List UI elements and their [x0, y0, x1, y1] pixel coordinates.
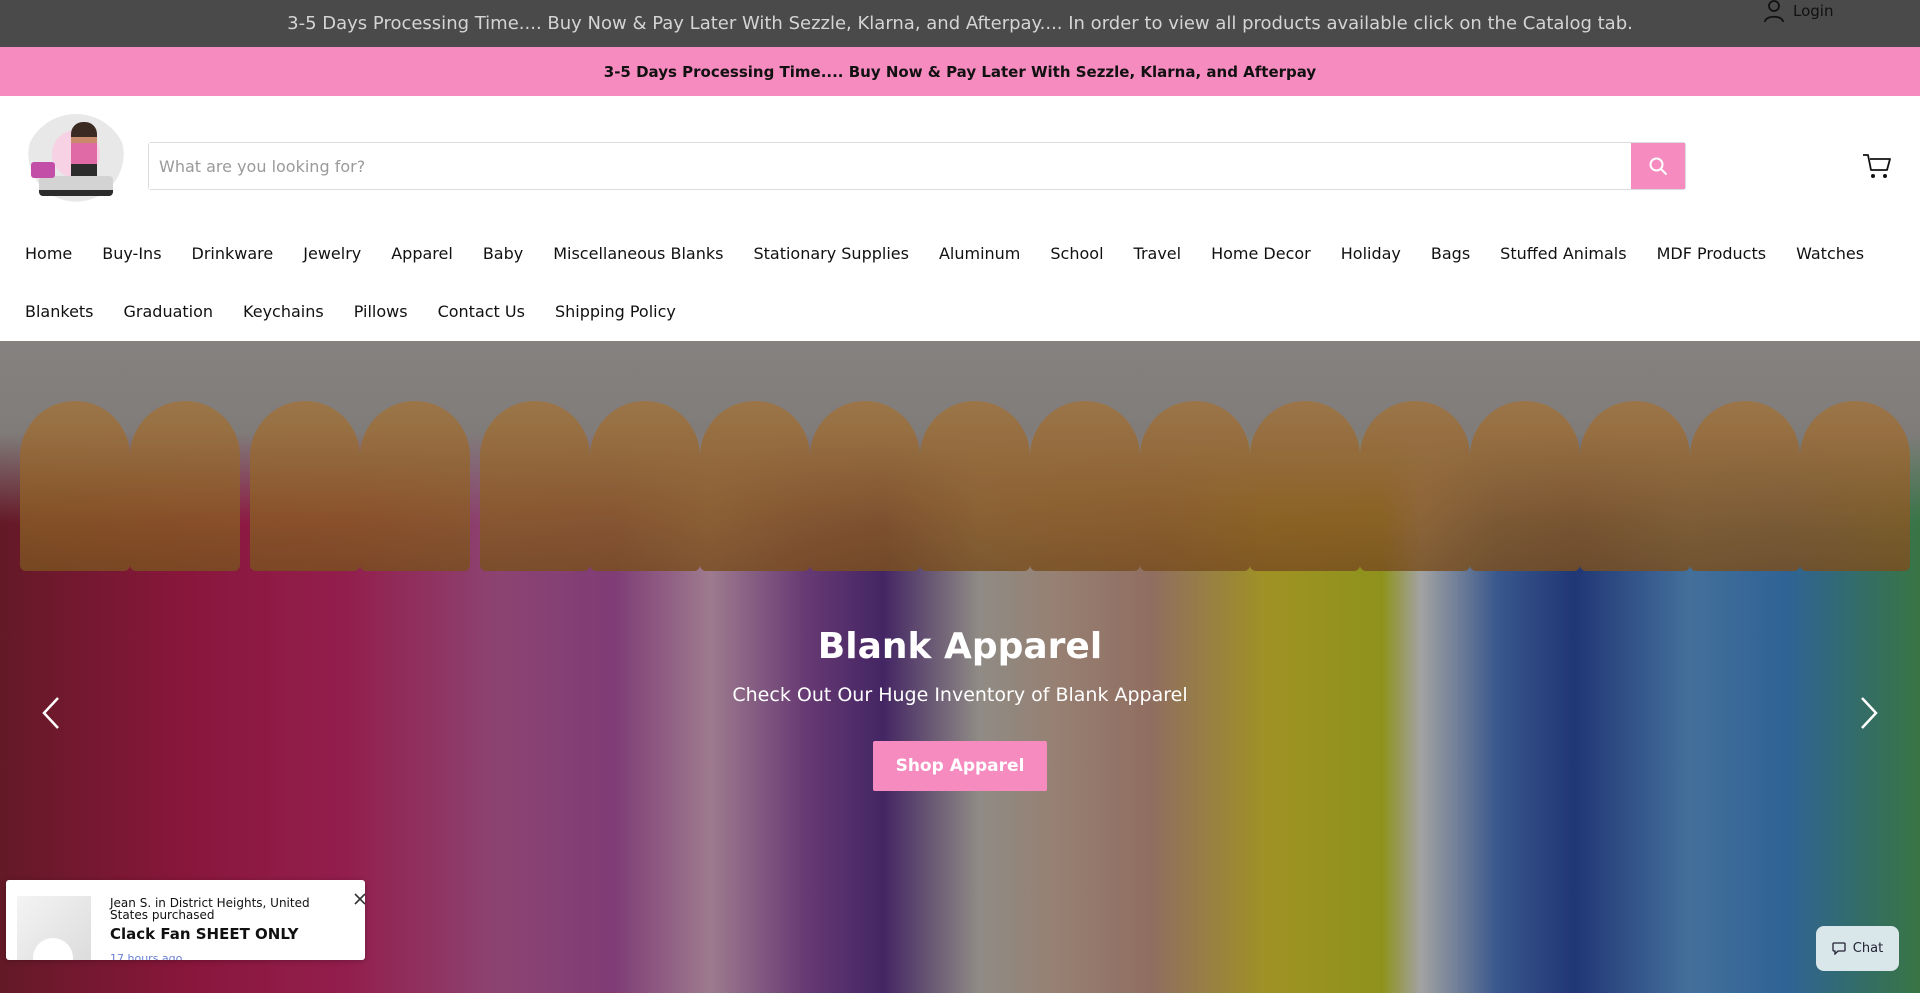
nav-item-keychains[interactable]: Keychains	[243, 302, 324, 321]
product-thumbnail	[17, 896, 91, 960]
search-bar	[148, 142, 1686, 190]
nav-item-mdf-products[interactable]: MDF Products	[1657, 244, 1767, 263]
nav-item-travel[interactable]: Travel	[1134, 244, 1182, 263]
logo-figure-art	[71, 122, 97, 182]
login-link[interactable]: Login	[1763, 0, 1833, 23]
hero-subtitle: Check Out Our Huge Inventory of Blank Ap…	[732, 684, 1188, 706]
site-header	[0, 96, 1920, 235]
nav-item-aluminum[interactable]: Aluminum	[939, 244, 1020, 263]
nav-row-2: Blankets Graduation Keychains Pillows Co…	[25, 302, 676, 321]
nav-item-buy-ins[interactable]: Buy-Ins	[102, 244, 161, 263]
nav-row-1: Home Buy-Ins Drinkware Jewelry Apparel B…	[25, 244, 1864, 263]
cart-icon	[1863, 154, 1891, 178]
store-logo[interactable]	[25, 114, 127, 214]
cart-button[interactable]	[1862, 152, 1892, 180]
recent-purchase-popup[interactable]: Jean S. in District Heights, United Stat…	[6, 880, 365, 960]
chat-bubble-icon	[1832, 942, 1846, 955]
user-icon	[1764, 0, 1784, 23]
nav-item-watches[interactable]: Watches	[1796, 244, 1864, 263]
logo-machine-art	[39, 176, 113, 196]
nav-item-bags[interactable]: Bags	[1431, 244, 1470, 263]
nav-item-baby[interactable]: Baby	[483, 244, 523, 263]
nav-item-miscellaneous-blanks[interactable]: Miscellaneous Blanks	[553, 244, 723, 263]
close-icon[interactable]	[353, 892, 365, 906]
nav-item-stationary-supplies[interactable]: Stationary Supplies	[753, 244, 909, 263]
purchase-who-text: Jean S. in District Heights, United Stat…	[110, 896, 310, 922]
nav-item-graduation[interactable]: Graduation	[124, 302, 214, 321]
search-input[interactable]	[149, 143, 1631, 189]
promo-text: 3-5 Days Processing Time.... Buy Now & P…	[603, 62, 1317, 81]
nav-item-school[interactable]: School	[1050, 244, 1103, 263]
search-icon	[1649, 157, 1667, 175]
search-button[interactable]	[1631, 143, 1685, 189]
purchase-product-name: Clack Fan SHEET ONLY	[110, 925, 299, 943]
chat-button[interactable]: Chat	[1816, 926, 1899, 971]
nav-item-jewelry[interactable]: Jewelry	[303, 244, 361, 263]
nav-item-home[interactable]: Home	[25, 244, 72, 263]
nav-item-holiday[interactable]: Holiday	[1341, 244, 1401, 263]
announcement-text: 3-5 Days Processing Time.... Buy Now & P…	[287, 13, 1633, 34]
nav-item-pillows[interactable]: Pillows	[354, 302, 408, 321]
nav-item-contact-us[interactable]: Contact Us	[438, 302, 525, 321]
nav-item-drinkware[interactable]: Drinkware	[192, 244, 274, 263]
main-navigation: Home Buy-Ins Drinkware Jewelry Apparel B…	[0, 235, 1920, 341]
hero-title: Blank Apparel	[817, 626, 1103, 667]
shop-apparel-button[interactable]: Shop Apparel	[873, 741, 1047, 791]
login-label: Login	[1793, 2, 1834, 20]
announcement-bar: 3-5 Days Processing Time.... Buy Now & P…	[0, 0, 1920, 47]
purchase-time: 17 hours ago	[110, 952, 183, 960]
nav-item-home-decor[interactable]: Home Decor	[1211, 244, 1311, 263]
chat-label: Chat	[1852, 941, 1884, 956]
nav-item-shipping-policy[interactable]: Shipping Policy	[555, 302, 676, 321]
nav-item-apparel[interactable]: Apparel	[391, 244, 453, 263]
nav-item-blankets[interactable]: Blankets	[25, 302, 94, 321]
nav-item-stuffed-animals[interactable]: Stuffed Animals	[1500, 244, 1626, 263]
promo-bar: 3-5 Days Processing Time.... Buy Now & P…	[0, 47, 1920, 96]
logo-accent-art	[31, 162, 55, 178]
